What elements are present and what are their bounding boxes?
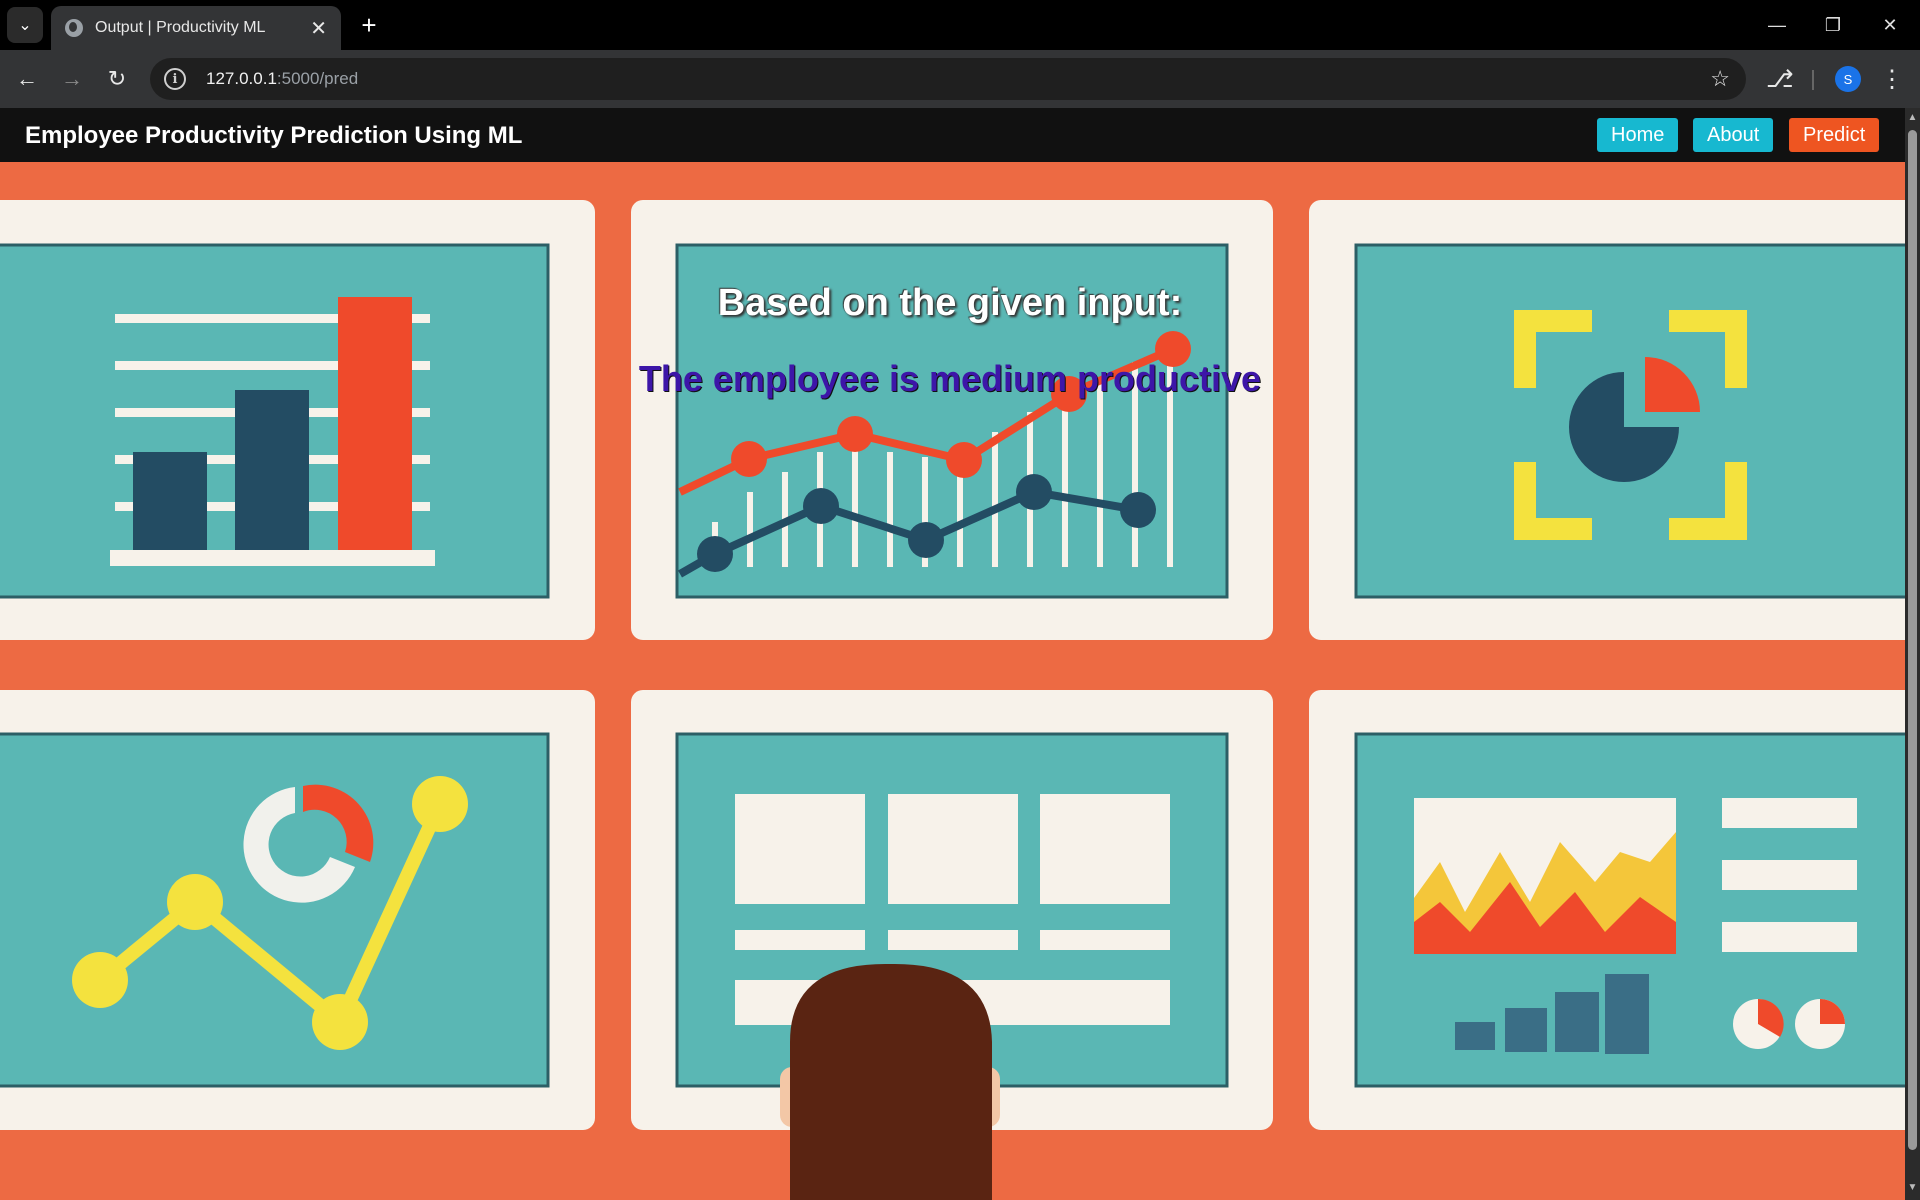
browser-toolbar: ← → ↻ i 127.0.0.1:5000/pred ☆ ⎇ S ⋮ xyxy=(0,50,1920,108)
minimize-icon[interactable]: — xyxy=(1757,8,1797,42)
tab-list-icon[interactable]: ⌄ xyxy=(7,7,43,43)
browser-tab[interactable]: Output | Productivity ML ✕ xyxy=(51,6,341,50)
prediction-text: The employee is medium productive xyxy=(638,358,1262,399)
close-icon[interactable]: ✕ xyxy=(310,16,327,41)
page-viewport: Based on the given input: The employee i… xyxy=(0,108,1905,1200)
scroll-thumb[interactable] xyxy=(1908,130,1917,1150)
scroll-down-icon[interactable]: ▼ xyxy=(1907,1182,1918,1196)
menu-icon[interactable]: ⋮ xyxy=(1880,62,1904,96)
info-icon[interactable]: i xyxy=(164,68,186,90)
globe-icon xyxy=(65,19,83,37)
result-heading: Based on the given input: xyxy=(717,282,1183,324)
nav-about-button[interactable]: About xyxy=(1693,118,1774,152)
nav-predict-button[interactable]: Predict xyxy=(1789,118,1880,152)
back-icon[interactable]: ← xyxy=(11,63,43,95)
toolbar-divider xyxy=(1812,70,1814,90)
url-path: :5000/pred xyxy=(276,69,359,88)
extensions-icon[interactable]: ⎇ xyxy=(1766,65,1794,94)
reload-icon[interactable]: ↻ xyxy=(101,63,133,95)
browser-tab-strip: ⌄ Output | Productivity ML ✕ + — ❐ ✕ xyxy=(0,0,1920,50)
site-navbar: Employee Productivity Prediction Using M… xyxy=(0,108,1905,162)
hero-illustration: Based on the given input: The employee i… xyxy=(0,162,1905,1200)
address-bar[interactable]: i 127.0.0.1:5000/pred ☆ xyxy=(150,58,1746,100)
avatar[interactable]: S xyxy=(1835,66,1861,92)
tab-title: Output | Productivity ML xyxy=(95,19,266,36)
forward-icon[interactable]: → xyxy=(56,63,88,95)
plus-icon[interactable]: + xyxy=(352,8,386,42)
window-close-icon[interactable]: ✕ xyxy=(1870,8,1910,42)
page-scrollbar[interactable]: ▲ ▼ xyxy=(1905,108,1920,1200)
star-icon[interactable]: ☆ xyxy=(1710,66,1730,92)
scroll-up-icon[interactable]: ▲ xyxy=(1907,112,1918,126)
nav-home-button[interactable]: Home xyxy=(1597,118,1679,152)
site-brand[interactable]: Employee Productivity Prediction Using M… xyxy=(25,122,522,150)
restore-icon[interactable]: ❐ xyxy=(1813,8,1853,42)
url-host: 127.0.0.1 xyxy=(206,69,277,88)
